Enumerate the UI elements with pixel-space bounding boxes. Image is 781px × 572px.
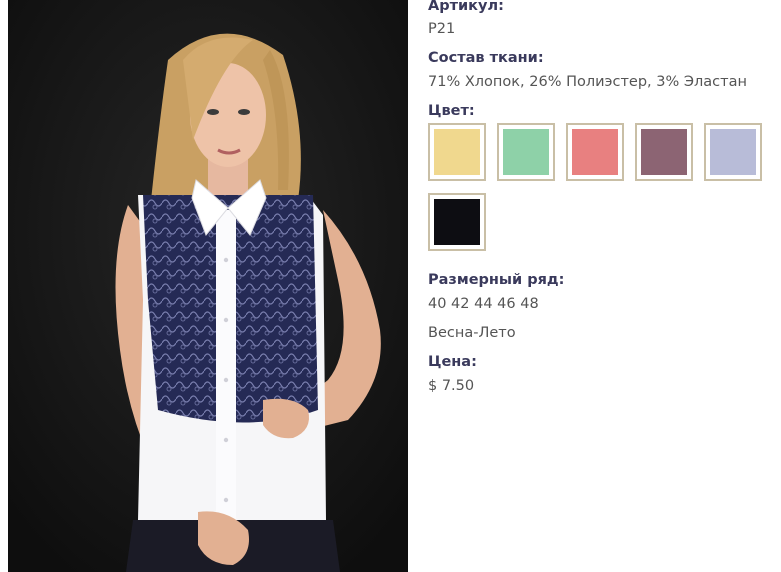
color-swatch-black[interactable]: [428, 193, 486, 251]
price-value: $ 7.50: [428, 378, 475, 394]
color-swatches: [428, 123, 778, 258]
swatch-fill: [434, 199, 480, 245]
color-swatch-lavender[interactable]: [704, 123, 762, 181]
season-value: Весна-Лето: [428, 325, 516, 341]
color-swatch-coral[interactable]: [566, 123, 624, 181]
swatch-fill: [503, 129, 549, 175]
article-value: P21: [428, 21, 456, 37]
color-swatch-yellow[interactable]: [428, 123, 486, 181]
swatch-fill: [710, 129, 756, 175]
sizes-value: 40 42 44 46 48: [428, 296, 539, 312]
sizes-label: Размерный ряд:: [428, 272, 565, 288]
swatch-fill: [572, 129, 618, 175]
swatch-fill: [434, 129, 480, 175]
color-label: Цвет:: [428, 103, 475, 119]
swatch-fill: [641, 129, 687, 175]
price-label: Цена:: [428, 354, 477, 370]
color-swatch-mint[interactable]: [497, 123, 555, 181]
article-label: Артикул:: [428, 0, 504, 14]
color-swatch-mauve[interactable]: [635, 123, 693, 181]
product-photo: [8, 0, 408, 572]
composition-label: Состав ткани:: [428, 50, 544, 66]
composition-value: 71% Хлопок, 26% Полиэстер, 3% Эластан: [428, 74, 747, 90]
